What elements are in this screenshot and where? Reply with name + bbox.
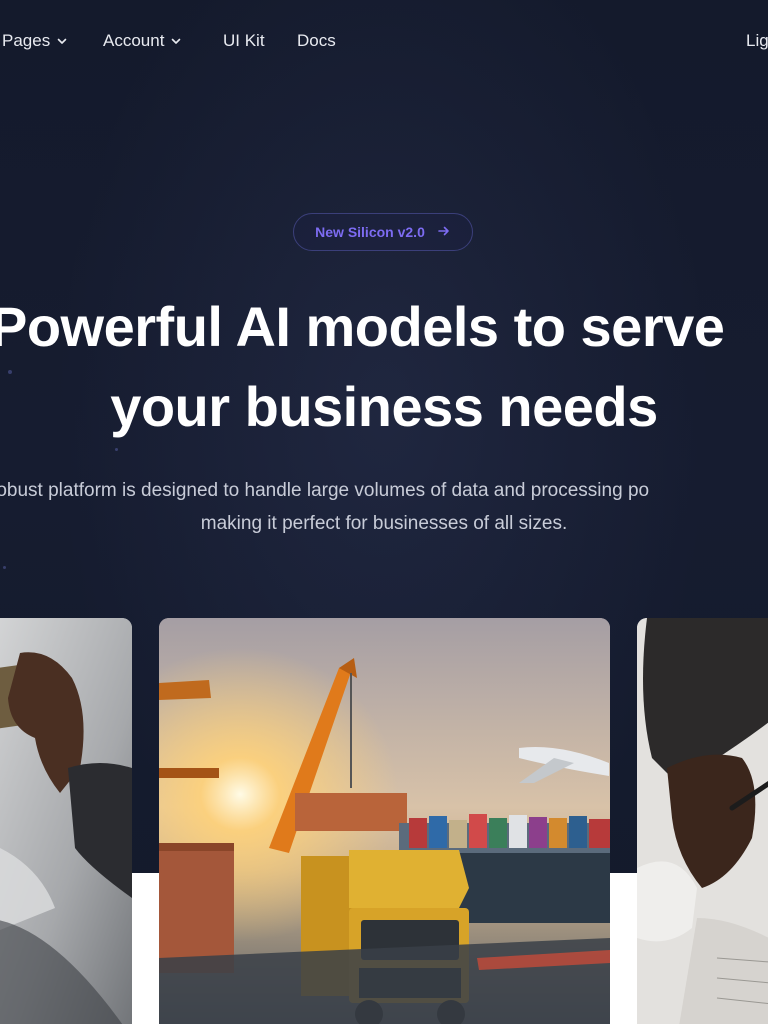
hero-headline-line1: Powerful AI models to serve [0, 295, 725, 358]
card-base-strip [610, 873, 637, 1024]
business-writing-image [637, 618, 768, 1024]
hero-subtitle-line2: making it perfect for businesses of all … [200, 513, 568, 534]
background-dot [3, 566, 6, 569]
logistics-image [159, 618, 610, 1024]
nav-item-label: Docs [297, 31, 336, 50]
background-dot [8, 370, 12, 374]
payment-card-image [0, 618, 132, 1024]
badge-label: New Silicon v2.0 [315, 224, 425, 240]
background-dot [115, 448, 118, 451]
hero-headline-line2: your business needs [110, 375, 658, 438]
top-navigation: Pages Account UI Kit Docs Lig [0, 0, 768, 80]
nav-item-label: UI Kit [223, 31, 265, 50]
hand-with-pen-icon [637, 618, 768, 1024]
hand-holding-card-icon [0, 618, 132, 1024]
nav-item-pages[interactable]: Pages [2, 30, 68, 52]
nav-item-docs[interactable]: Docs [297, 30, 336, 52]
nav-item-label: Pages [2, 31, 51, 50]
landing-page: Pages Account UI Kit Docs Lig New Silico… [0, 0, 768, 1024]
card-base-strip [132, 873, 159, 1024]
logistics-scene-icon [159, 618, 610, 1024]
nav-item-label: Account [103, 31, 165, 50]
hero-subtitle-line1: robust platform is designed to handle la… [0, 480, 650, 501]
chevron-down-icon [56, 35, 68, 47]
arrow-right-icon [437, 224, 451, 241]
theme-toggle-label[interactable]: Lig [746, 30, 768, 52]
new-version-badge[interactable]: New Silicon v2.0 [293, 213, 473, 251]
nav-item-ui-kit[interactable]: UI Kit [223, 30, 265, 52]
chevron-down-icon [170, 35, 182, 47]
theme-toggle-text: Lig [746, 31, 768, 50]
nav-item-account[interactable]: Account [103, 30, 182, 52]
